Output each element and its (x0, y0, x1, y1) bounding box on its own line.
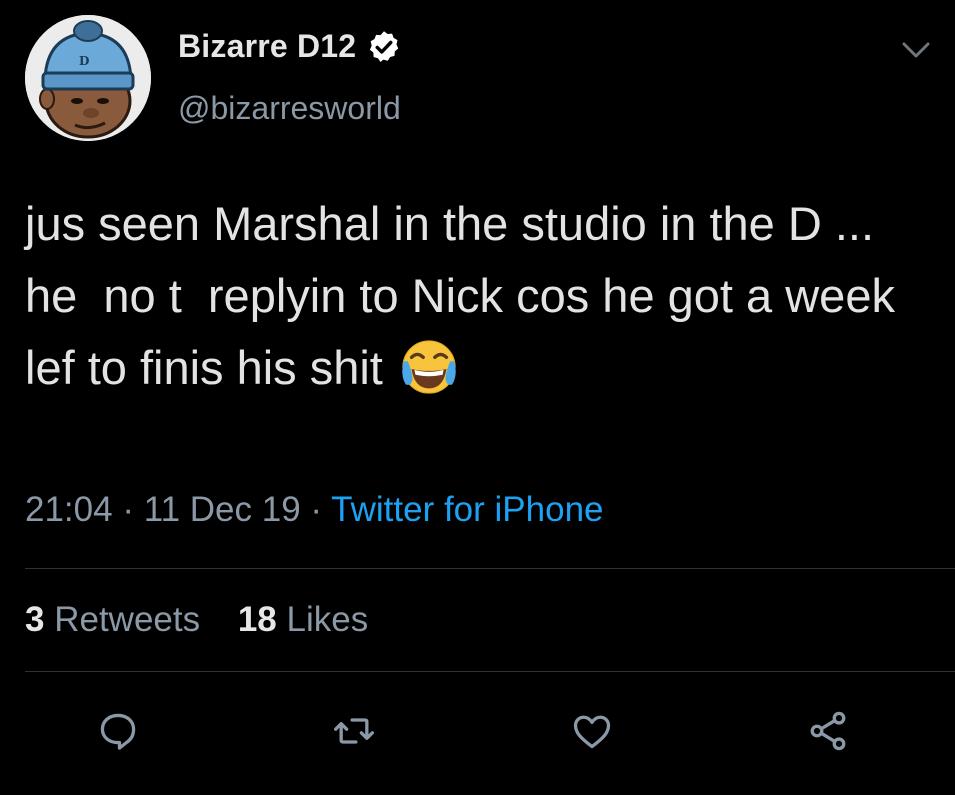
tweet-text: jus seen Marshal in the studio in the D … (25, 188, 925, 404)
retweets-count: 3 (25, 600, 45, 639)
tweet-date: 11 Dec 19 (143, 490, 301, 529)
tweet-detail: D Bizarre D12 @bizarresworld jus seen Ma… (0, 0, 955, 795)
tweet-metadata: 21:04 · 11 Dec 19 · Twitter for iPhone (25, 490, 604, 530)
verified-badge-icon (366, 29, 402, 65)
avatar-illustration: D (25, 15, 151, 141)
tears-of-joy-emoji-icon (398, 336, 460, 398)
likes-label: Likes (286, 600, 369, 639)
author-handle[interactable]: @bizarresworld (178, 90, 401, 127)
retweet-button[interactable] (329, 706, 379, 756)
retweets-label: Retweets (54, 600, 201, 639)
retweet-icon (334, 718, 374, 744)
divider (25, 671, 955, 672)
author-display-name[interactable]: Bizarre D12 (178, 28, 356, 65)
reply-icon (100, 713, 136, 750)
tweet-time: 21:04 (25, 490, 113, 529)
like-button[interactable] (567, 706, 617, 756)
share-icon (810, 711, 846, 751)
retweets-stat[interactable]: 3 Retweets (25, 600, 200, 639)
author-name-row: Bizarre D12 (178, 28, 402, 65)
likes-count: 18 (237, 600, 277, 639)
reply-button[interactable] (93, 706, 143, 756)
tweet-source-link[interactable]: Twitter for iPhone (331, 490, 603, 529)
svg-text:D: D (79, 54, 89, 68)
likes-stat[interactable]: 18 Likes (238, 600, 368, 639)
share-button[interactable] (803, 706, 853, 756)
chevron-down-icon[interactable] (898, 38, 934, 62)
meta-separator: · (310, 490, 323, 529)
tweet-stats: 3 Retweets 18 Likes (25, 600, 396, 640)
author-avatar[interactable]: D (25, 15, 151, 141)
heart-icon (573, 715, 611, 749)
meta-separator: · (122, 490, 134, 529)
divider (25, 568, 955, 569)
tweet-body: jus seen Marshal in the studio in the D … (25, 197, 909, 394)
